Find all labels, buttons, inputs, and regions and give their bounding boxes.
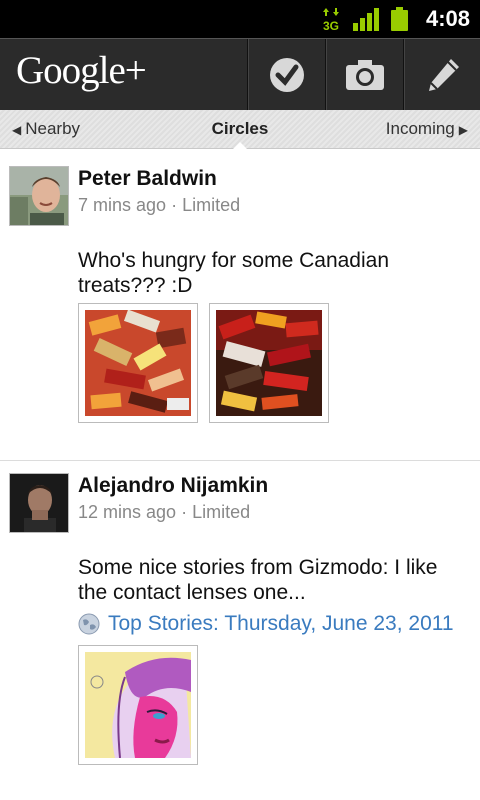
signal-strength-icon — [352, 7, 379, 31]
post-time: 7 mins ago — [78, 195, 167, 215]
check-in-button[interactable] — [247, 39, 325, 111]
camera-icon — [345, 60, 384, 90]
post-text: Some nice stories from Gizmodo: I like t… — [78, 556, 438, 604]
post-time: 12 mins ago — [78, 502, 177, 522]
post-meta: 7 mins ago · Limited — [78, 195, 240, 216]
clock: 4:08 — [425, 6, 470, 31]
post-author[interactable]: Alejandro Nijamkin — [78, 474, 268, 498]
post-text: Who's hungry for some Canadian treats???… — [78, 249, 390, 297]
status-bar: 3G 4:08 — [0, 0, 480, 38]
app-logo[interactable]: Google+ — [16, 48, 147, 93]
post-meta: 12 mins ago · Limited — [78, 502, 250, 523]
tab-incoming[interactable]: Incoming ▶ — [386, 110, 468, 148]
meta-separator: · — [181, 502, 188, 522]
circles-tab-bar: ◀ Nearby Circles Incoming ▶ — [0, 110, 480, 149]
pencil-icon — [428, 59, 459, 91]
active-tab-indicator — [233, 142, 247, 149]
post-author[interactable]: Peter Baldwin — [78, 167, 217, 191]
avatar[interactable] — [9, 166, 69, 226]
network-3g-icon: 3G — [321, 6, 343, 33]
tab-circles-label[interactable]: Circles — [212, 119, 269, 138]
compose-button[interactable] — [403, 39, 480, 111]
post-photo[interactable] — [78, 645, 198, 765]
post-photo[interactable] — [78, 303, 198, 423]
meta-separator: · — [171, 195, 178, 215]
arrow-right-icon: ▶ — [458, 123, 468, 137]
action-bar: Google+ — [0, 38, 480, 111]
camera-button[interactable] — [325, 39, 403, 111]
tab-nearby-label: Nearby — [25, 119, 81, 138]
post-link[interactable]: Top Stories: Thursday, June 23, 2011 — [78, 612, 454, 636]
tab-nearby[interactable]: ◀ Nearby — [12, 110, 80, 148]
tab-incoming-label: Incoming — [385, 119, 455, 138]
checkmark-icon — [269, 58, 304, 92]
link-title[interactable]: Top Stories: Thursday, June 23, 2011 — [108, 612, 454, 636]
arrow-left-icon: ◀ — [12, 123, 22, 137]
globe-icon — [78, 613, 100, 635]
post-divider — [0, 460, 480, 461]
battery-icon — [390, 7, 408, 31]
post-photo[interactable] — [209, 303, 329, 423]
avatar[interactable] — [9, 473, 69, 533]
post-visibility: Limited — [192, 502, 251, 522]
post-visibility: Limited — [182, 195, 241, 215]
svg-text:3G: 3G — [323, 19, 339, 32]
